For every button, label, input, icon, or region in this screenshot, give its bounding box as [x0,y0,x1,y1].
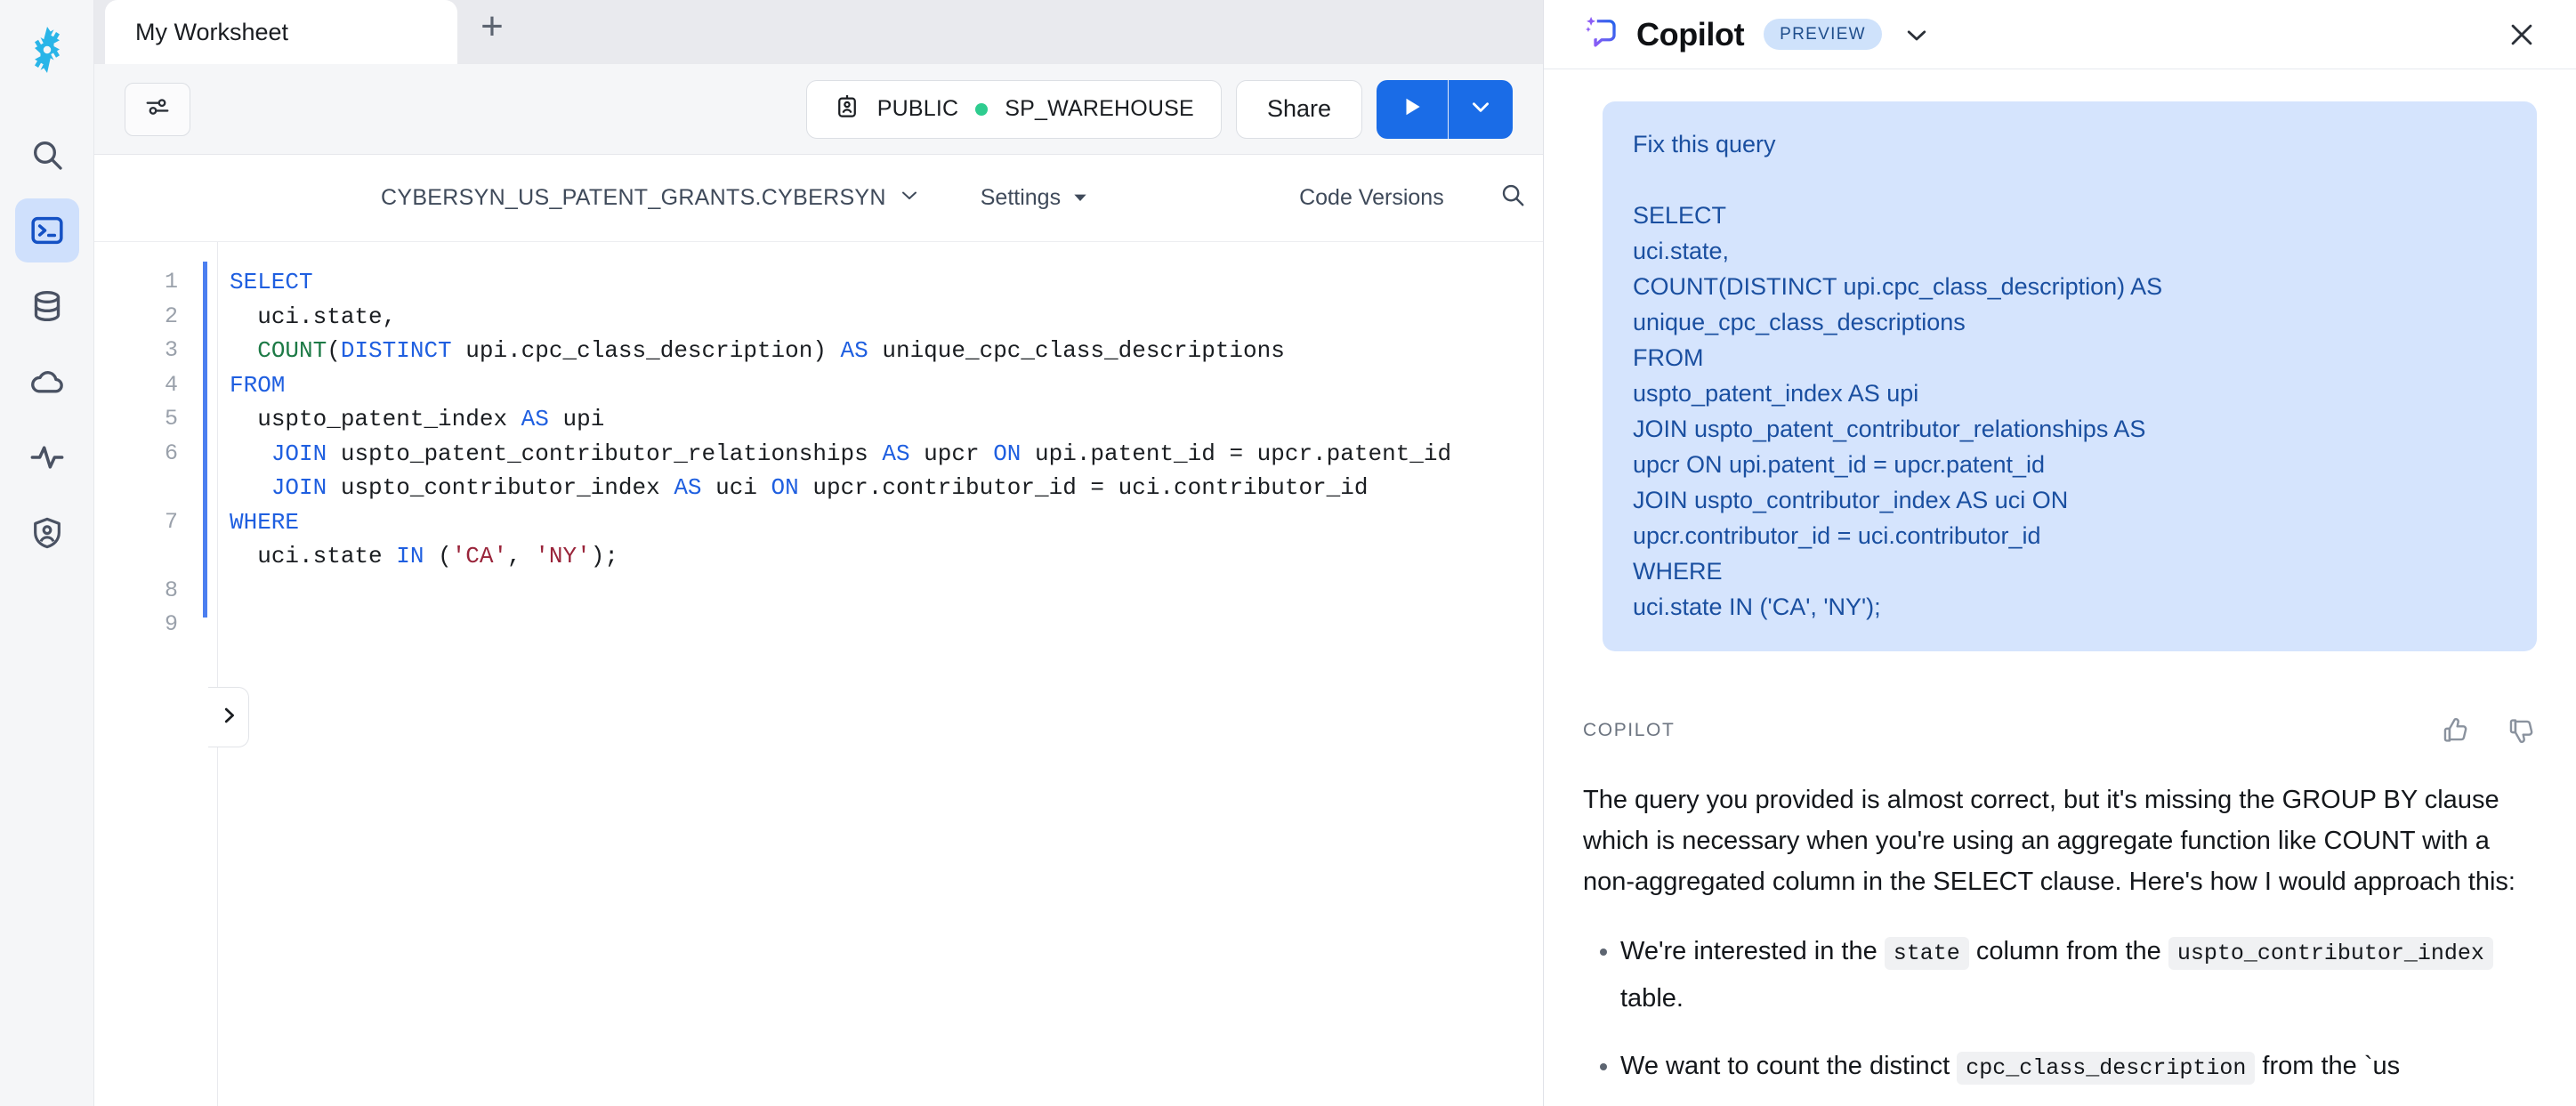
line-number: 2 [164,303,178,329]
editor-search-button[interactable] [1499,182,1526,214]
list-item: We're interested in the state column fro… [1620,929,2537,1021]
sidebar-item-activity[interactable] [15,425,79,489]
code-versions-button[interactable]: Code Versions [1299,185,1444,211]
copilot-response-bullets: We're interested in the state column fro… [1583,929,2537,1091]
plus-icon: + [480,4,504,48]
sidebar-item-worksheets[interactable] [14,198,79,262]
activity-pulse-icon [29,440,65,475]
thumbs-down-icon[interactable] [2507,715,2537,746]
expand-object-panel-button[interactable] [208,687,249,747]
sql-editor[interactable]: 1 2 3 4 5 6 7 8 9 SELECT uci.state, COUN… [94,242,1543,1106]
cloud-icon [29,364,65,400]
snowflake-logo [17,20,77,80]
copilot-response-header: COPILOT [1583,715,2537,746]
copilot-conversation: Fix this query SELECT uci.state, COUNT(D… [1544,69,2576,1106]
list-item: We want to count the distinct cpc_class_… [1620,1044,2537,1091]
share-label: Share [1266,95,1331,122]
line-number: 4 [164,371,178,398]
bullet-text-before: We're interested in the [1620,937,1885,965]
sidebar-item-search[interactable] [15,123,79,187]
user-message-bubble: Fix this query SELECT uci.state, COUNT(D… [1603,101,2537,651]
run-button-group [1377,79,1513,139]
run-divider [1448,79,1449,139]
bullet-text-middle: column from the [1968,937,2168,965]
role-label: PUBLIC [876,96,959,121]
worksheet-options-button[interactable] [125,82,190,136]
inline-code: cpc_class_description [1957,1052,2256,1085]
chevron-down-icon [899,184,920,212]
copilot-menu-button[interactable] [1903,21,1930,48]
database-schema-selector[interactable]: CYBERSYN_US_PATENT_GRANTS.CYBERSYN [381,184,920,212]
preview-badge: PREVIEW [1764,19,1882,50]
bullet-text-before: We want to count the distinct [1620,1052,1958,1080]
bullet-text-middle: from the `us [2255,1052,2401,1080]
app-root: My Worksheet + PUBLIC SP_WAREHOUSE Share… [0,0,2576,1106]
sliders-icon [144,93,171,125]
line-number-gutter: 1 2 3 4 5 6 7 8 9 [94,265,203,642]
line-number: 6 [164,440,178,466]
warehouse-status-dot [975,102,989,116]
chevron-down-icon [1469,95,1492,123]
bullet-text-after: table. [1620,984,1684,1013]
inline-code: state [1884,937,1969,970]
copilot-header: Copilot PREVIEW [1544,0,2576,69]
code-wrapper: 1 2 3 4 5 6 7 8 9 SELECT uci.state, COUN… [94,242,1543,642]
run-button[interactable] [1377,79,1448,139]
worksheet-tab-bar: My Worksheet + [94,0,1543,64]
sidebar-item-data[interactable] [15,274,79,338]
database-icon [29,288,65,324]
editor-context-bar: CYBERSYN_US_PATENT_GRANTS.CYBERSYN Setti… [94,155,1543,242]
feedback-icons [2441,715,2537,746]
play-icon [1401,94,1424,124]
sidebar-item-marketplace[interactable] [15,350,79,414]
shield-user-icon [29,515,65,551]
response-author-label: COPILOT [1583,720,1676,740]
worksheet-toolbar: PUBLIC SP_WAREHOUSE Share [94,64,1543,155]
code-versions-label: Code Versions [1299,185,1444,210]
line-number: 5 [164,406,178,432]
role-warehouse-selector[interactable]: PUBLIC SP_WAREHOUSE [805,79,1222,139]
copilot-sparkle-icon [1583,13,1620,55]
share-button[interactable]: Share [1235,79,1362,139]
line-number: 7 [164,508,178,535]
thumbs-up-icon[interactable] [2441,715,2471,746]
chevron-right-icon [219,706,238,730]
active-statement-marker [203,262,207,618]
line-number: 9 [164,611,178,637]
inline-code: uspto_contributor_index [2168,937,2493,970]
settings-menu[interactable]: Settings [981,185,1087,211]
copilot-title: Copilot [1636,15,1745,52]
left-nav-rail [0,0,94,1106]
role-badge-icon [834,93,860,125]
caret-down-icon [1073,185,1087,211]
copilot-panel: Copilot PREVIEW Fix this query SELECT uc… [1543,0,2576,1106]
search-icon [29,137,65,173]
toolbar-right-group: PUBLIC SP_WAREHOUSE Share [805,79,1513,139]
search-icon [1499,182,1526,214]
warehouse-label: SP_WAREHOUSE [1005,96,1194,121]
tab-my-worksheet[interactable]: My Worksheet [105,0,457,64]
line-number: 3 [164,337,178,363]
add-worksheet-button[interactable]: + [457,0,527,64]
main-panel: My Worksheet + PUBLIC SP_WAREHOUSE Share… [94,0,1543,1106]
line-number: 8 [164,577,178,603]
tab-label: My Worksheet [135,18,289,45]
copilot-response-paragraph: The query you provided is almost correct… [1583,786,2515,896]
run-options-button[interactable] [1449,79,1513,139]
code-area[interactable]: SELECT uci.state, COUNT(DISTINCT upi.cpc… [203,262,1543,642]
sql-code-content: SELECT uci.state, COUNT(DISTINCT upi.cpc… [230,269,1452,569]
database-schema-label: CYBERSYN_US_PATENT_GRANTS.CYBERSYN [381,185,886,210]
sidebar-item-admin[interactable] [15,501,79,565]
close-copilot-button[interactable] [2507,20,2537,50]
line-number: 1 [164,269,178,295]
settings-label: Settings [980,185,1062,210]
worksheets-terminal-icon [29,213,65,248]
